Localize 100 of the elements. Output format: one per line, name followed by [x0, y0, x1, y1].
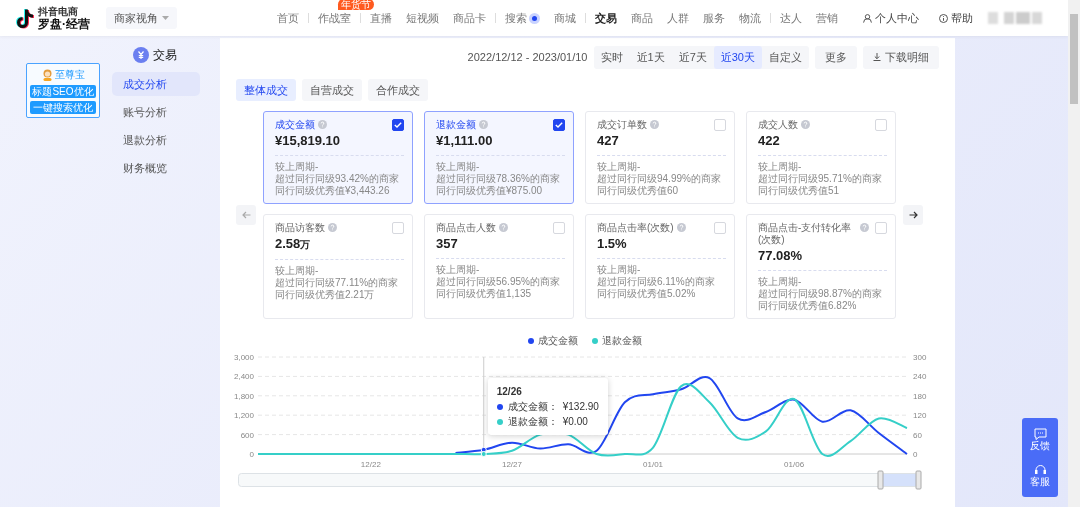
nav-item[interactable]: 达人 — [775, 9, 807, 27]
sidebar-item[interactable]: 成交分析 — [112, 72, 200, 96]
logo-subtitle: 抖音电商 — [38, 5, 78, 17]
tab[interactable]: 自营成交 — [302, 78, 362, 101]
sidebar-item[interactable]: 财务概览 — [112, 156, 200, 180]
nav-item[interactable]: 营销 — [811, 9, 843, 27]
metric-card[interactable]: 成交订单数 427 较上周期- 超过同行同级94.99%的商家 同行同级优秀值60 — [585, 111, 735, 204]
nav-item[interactable]: 商品 — [626, 9, 658, 27]
metric-title: 成交人数 — [758, 119, 798, 131]
date-range: 2022/12/12 - 2023/01/10 — [467, 50, 588, 65]
axis-label: 12/27 — [501, 460, 522, 469]
avatar-icon — [41, 68, 53, 81]
help-link[interactable]: 帮助 — [934, 9, 978, 27]
tooltip-value: ¥132.90 — [562, 400, 599, 414]
metric-value: ¥1,111.00 — [436, 132, 494, 149]
metric-note: 超过同行同级98.87%的商家 — [758, 288, 883, 300]
download-button[interactable]: 下载明细 — [863, 46, 939, 69]
metric-note: 超过同行同级78.36%的商家 — [436, 173, 561, 185]
perspective-dropdown[interactable]: 商家视角 — [106, 6, 177, 30]
nav-item[interactable]: 商城 — [549, 9, 581, 27]
tab[interactable]: 合作成交 — [368, 78, 428, 101]
more-button[interactable]: 更多 — [815, 46, 857, 69]
nav-item[interactable]: 作战室 — [313, 9, 356, 27]
tab[interactable]: 整体成交 — [236, 78, 296, 101]
sidebar-title: 交易 — [153, 47, 177, 64]
help-icon — [328, 223, 337, 232]
account-link[interactable]: 个人中心 — [858, 9, 924, 27]
plugin-name: 至尊宝 — [54, 68, 85, 82]
period-tab[interactable]: 近7天 — [671, 46, 714, 69]
logo-title: 罗盘·经营 — [38, 16, 90, 31]
support-button[interactable]: 客服 — [1030, 463, 1050, 487]
metric-card[interactable]: 商品点击人数 357 较上周期- 超过同行同级56.95%的商家 同行同级优秀值1,135 — [424, 214, 574, 319]
metric-note: 较上周期- — [275, 265, 320, 277]
axis-label: 01/01 — [643, 460, 664, 469]
nav-item[interactable]: 短视频 — [401, 9, 444, 27]
axis-label: 0 — [249, 450, 254, 459]
metric-card[interactable]: 商品点击-支付转化率(次数) 77.08% 较上周期- 超过同行同级98.87%的商家 同行同级优秀值6.82% — [746, 214, 896, 319]
axis-label: 01/06 — [784, 460, 805, 469]
arrow-left-icon — [241, 211, 251, 219]
metric-card[interactable]: 成交金额 ¥15,819.10 较上周期- 超过同行同级93.42%的商家 同行同级优秀值¥3,443.26 — [263, 111, 413, 204]
nav-item[interactable]: 服务 — [698, 9, 730, 27]
metric-note: 较上周期- — [597, 264, 642, 276]
user-icon — [863, 13, 872, 23]
yuan-icon — [133, 47, 149, 63]
scrollbar[interactable] — [1068, 0, 1080, 507]
axis-label: 12/22 — [360, 460, 381, 469]
help-icon — [650, 120, 659, 129]
period-tab[interactable]: 近1天 — [629, 46, 672, 69]
period-tab[interactable]: 近30天 — [713, 46, 762, 69]
nav-item[interactable]: 搜索 — [500, 9, 545, 27]
metric-note: 同行同级优秀值¥3,443.26 — [275, 185, 391, 197]
right-arrow-button[interactable] — [903, 205, 923, 225]
check-icon — [555, 122, 563, 128]
checkbox[interactable] — [553, 119, 565, 131]
feedback-button[interactable]: 反馈 — [1030, 428, 1050, 452]
period-tab[interactable]: 自定义 — [762, 46, 809, 69]
range-slider[interactable] — [238, 470, 922, 490]
help-icon — [479, 120, 488, 129]
sidebar-item[interactable]: 退款分析 — [112, 128, 200, 152]
metric-note: 同行同级优秀值1,135 — [436, 288, 533, 300]
nav-item[interactable]: 交易 — [590, 9, 622, 27]
arrow-right-icon — [908, 211, 918, 219]
metric-note: 超过同行同级6.11%的商家 — [597, 276, 716, 288]
metric-card[interactable]: 成交人数 422 较上周期- 超过同行同级95.71%的商家 同行同级优秀值51 — [746, 111, 896, 204]
chat-icon — [1033, 428, 1047, 441]
scrollbar-thumb[interactable] — [1070, 14, 1078, 104]
nav-item[interactable]: 物流 — [734, 9, 766, 27]
sidebar-item[interactable]: 账号分析 — [112, 100, 200, 124]
metric-note: 同行同级优秀值6.82% — [758, 300, 858, 312]
axis-label: 240 — [913, 372, 927, 382]
legend-dot — [496, 403, 503, 410]
left-arrow-button[interactable] — [236, 205, 256, 225]
axis-label: 1,800 — [233, 391, 254, 401]
metric-title: 成交订单数 — [597, 119, 647, 131]
nav-item[interactable]: 首页 — [272, 9, 304, 27]
metric-card[interactable]: 退款金额 ¥1,111.00 较上周期- 超过同行同级78.36%的商家 同行同级优秀值¥875.00 — [424, 111, 574, 204]
help-icon — [801, 120, 810, 129]
checkbox[interactable] — [392, 119, 404, 131]
axis-label: 2,400 — [233, 372, 254, 382]
metric-card[interactable]: 商品访客数 2.58万 较上周期- 超过同行同级77.11%的商家 同行同级优秀值2.21万 — [263, 214, 413, 319]
metric-note: 较上周期- — [275, 161, 320, 173]
legend-label: 成交金额 — [537, 334, 578, 348]
axis-label: 1,200 — [233, 411, 254, 421]
nav-badge: 年货节 — [338, 0, 374, 10]
nav-item[interactable]: 直播 — [365, 9, 397, 27]
metric-note: 同行同级优秀值5.02% — [597, 288, 697, 300]
nav-item[interactable]: 商品卡 — [448, 9, 491, 27]
metric-title: 退款金额 — [436, 119, 476, 131]
metric-card[interactable]: 商品点击率(次数) 1.5% 较上周期- 超过同行同级6.11%的商家 同行同级优秀值5.02% — [585, 214, 735, 319]
tooltip-value: ¥0.00 — [562, 415, 588, 429]
axis-label: 60 — [913, 430, 922, 440]
metric-title: 商品点击-支付转化率(次数) — [758, 222, 853, 246]
period-tab[interactable]: 实时 — [593, 46, 630, 69]
metric-title: 成交金额 — [275, 119, 315, 131]
nav-item[interactable]: 人群 — [662, 9, 694, 27]
metric-note: 同行同级优秀值2.21万 — [275, 289, 376, 301]
metric-value: 427 — [597, 132, 620, 149]
metric-note: 超过同行同级77.11%的商家 — [275, 277, 400, 289]
metric-title: 商品点击率(次数) — [597, 222, 674, 234]
download-icon — [873, 53, 881, 62]
